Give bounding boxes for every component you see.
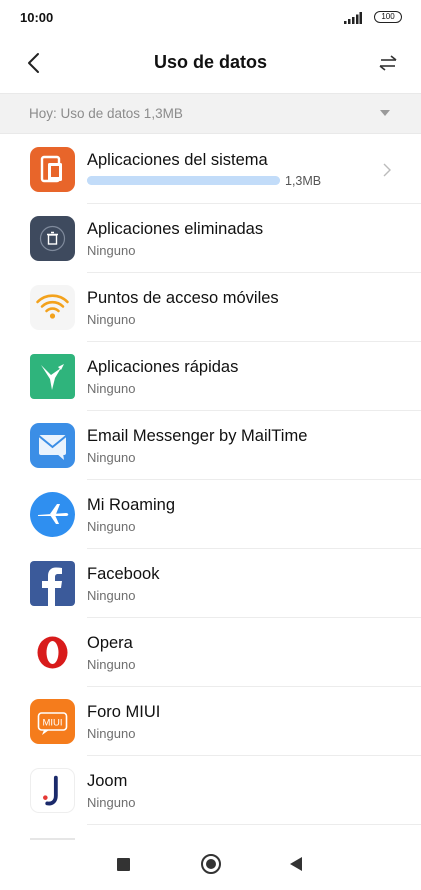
list-item[interactable]: Facebook Ninguno	[0, 549, 421, 618]
home-icon[interactable]	[201, 854, 221, 874]
wifi-hotspot-icon	[30, 285, 75, 330]
app-name: Aplicaciones del sistema	[87, 151, 268, 169]
list-item[interactable]: Aplicaciones rápidas Ninguno	[0, 342, 421, 411]
status-time: 10:00	[20, 10, 54, 25]
mail-icon	[30, 423, 75, 468]
list-item[interactable]: Email Messenger by MailTime Ninguno	[0, 411, 421, 480]
swap-arrows-icon[interactable]	[376, 52, 400, 74]
svg-text:MIUI: MIUI	[42, 718, 62, 729]
joom-icon	[30, 768, 75, 813]
app-usage-status: Ninguno	[87, 312, 136, 327]
app-usage-status: Ninguno	[87, 519, 136, 534]
chevron-right-icon	[383, 163, 391, 177]
app-usage-status: Ninguno	[87, 795, 136, 810]
hummingbird-icon	[30, 354, 75, 399]
app-usage-status: Ninguno	[87, 450, 136, 465]
app-header: Uso de datos	[0, 36, 421, 90]
list-item[interactable]: Opera Ninguno	[0, 618, 421, 687]
miui-forum-icon: MIUI	[30, 699, 75, 744]
status-bar: 10:00 100	[0, 0, 421, 36]
list-item[interactable]: Joom Ninguno	[0, 756, 421, 825]
airplane-icon	[30, 492, 75, 537]
list-item[interactable]: Puntos de acceso móviles Ninguno	[0, 273, 421, 342]
list-item[interactable]: Aplicaciones del sistema 1,3MB	[0, 135, 421, 204]
usage-value: 1,3MB	[285, 174, 322, 188]
opera-icon	[30, 630, 75, 675]
app-usage-status: Ninguno	[87, 381, 136, 396]
list-item[interactable]: Aplicaciones eliminadas Ninguno	[0, 204, 421, 273]
app-name: Mi Roaming	[87, 496, 176, 514]
usage-bar	[87, 176, 280, 185]
system-apps-icon	[30, 147, 75, 192]
app-usage-status: Ninguno	[87, 588, 136, 603]
app-name: Aplicaciones eliminadas	[87, 220, 264, 238]
recents-icon[interactable]	[117, 858, 130, 871]
back-triangle-icon[interactable]	[290, 857, 302, 871]
battery-icon: 100	[374, 11, 402, 23]
app-usage-status: Ninguno	[87, 657, 136, 672]
app-usage-status: Ninguno	[87, 243, 136, 258]
chevron-down-icon	[380, 110, 390, 116]
system-nav-bar	[0, 840, 421, 890]
app-name: Joom	[87, 772, 128, 790]
list-item[interactable]: MIUI Foro MIUI Ninguno	[0, 687, 421, 756]
app-name: Aplicaciones rápidas	[87, 358, 239, 376]
signal-icon	[344, 12, 362, 24]
period-filter-label: Hoy: Uso de datos 1,3MB	[29, 106, 183, 121]
period-filter-dropdown[interactable]: Hoy: Uso de datos 1,3MB	[0, 93, 421, 134]
list-item[interactable]: Mi Roaming Ninguno	[0, 480, 421, 549]
trash-icon	[30, 216, 75, 261]
page-title: Uso de datos	[153, 52, 268, 72]
app-name: Email Messenger by MailTime	[87, 427, 308, 445]
facebook-icon	[30, 561, 75, 606]
app-name: Facebook	[87, 565, 160, 583]
app-name: Foro MIUI	[87, 703, 161, 721]
app-usage-list: Aplicaciones del sistema 1,3MB Aplicacio…	[0, 135, 421, 825]
app-name: Opera	[87, 634, 133, 652]
app-usage-status: Ninguno	[87, 726, 136, 741]
app-name: Puntos de acceso móviles	[87, 289, 279, 307]
